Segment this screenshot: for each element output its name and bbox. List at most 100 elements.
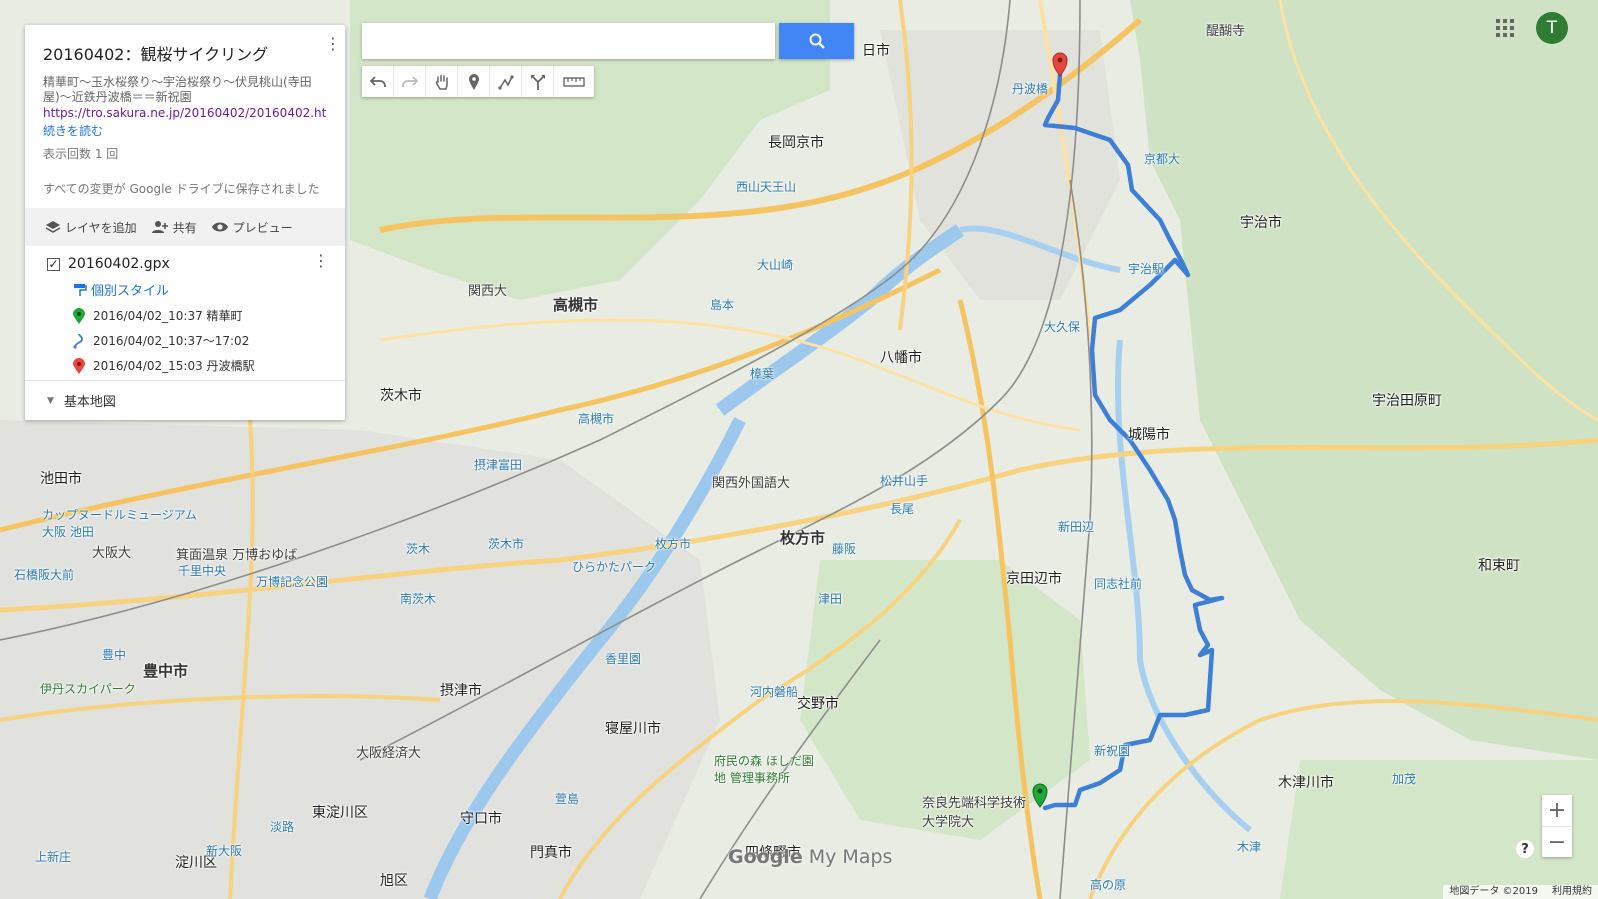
help-icon[interactable]: ? — [1516, 840, 1534, 858]
poi-label: 伊丹スカイパーク — [40, 682, 136, 696]
station-label: 丹波橋 — [1012, 82, 1049, 96]
station-label: 茨木 — [406, 542, 431, 556]
poi-label: 醍醐寺 — [1206, 24, 1246, 39]
map-options-menu-icon[interactable]: ⋮ — [325, 36, 341, 52]
zoom-in-button[interactable]: + — [1542, 795, 1572, 827]
layer-section: ✓ 20160402.gpx ⋮ 個別スタイル 2016/04/02_10:37… — [25, 246, 345, 380]
feature-label: 2016/04/02_10:37 精華町 — [93, 309, 243, 323]
map-label: 豊中市 — [143, 662, 189, 680]
search-icon — [809, 33, 825, 49]
station-label: 同志社前 — [1094, 577, 1143, 591]
apps-grid-icon[interactable] — [1496, 19, 1514, 37]
station-label: 大久保 — [1044, 320, 1081, 334]
map-title[interactable]: 20160402：観桜サイクリング — [43, 41, 327, 65]
layers-icon — [45, 221, 61, 233]
map-label: 高槻市 — [553, 296, 599, 314]
map-label: 旭区 — [380, 873, 408, 889]
poi-label: カップヌードルミュージアム 大阪 池田 — [42, 508, 197, 539]
base-map-label: 基本地図 — [63, 395, 116, 410]
feature-item-start[interactable]: 2016/04/02_10:37 精華町 — [73, 307, 327, 324]
poi-label: 府民の森 ほしだ園地 管理事務所 — [714, 754, 814, 785]
terms-link[interactable]: 利用規約 — [1552, 885, 1592, 899]
undo-button[interactable] — [362, 66, 394, 97]
feature-label: 2016/04/02_10:37～17:02 — [93, 334, 250, 348]
map-label: 池田市 — [40, 471, 82, 487]
preview-label: プレビュー — [232, 220, 293, 235]
share-button[interactable]: 共有 — [151, 219, 197, 236]
feature-item-route[interactable]: 2016/04/02_10:37～17:02 — [73, 332, 327, 349]
map-label: 日市 — [862, 43, 890, 59]
map-label: 木津川市 — [1278, 775, 1334, 791]
user-avatar[interactable]: T — [1536, 12, 1568, 44]
station-label: 淡路 — [270, 820, 295, 834]
add-directions-button[interactable] — [522, 66, 554, 97]
station-label: 枚方市 — [655, 537, 692, 551]
map-description-link[interactable]: https://tro.sakura.ne.jp/20160402/201604… — [43, 106, 327, 120]
layer-name[interactable]: 20160402.gpx — [68, 256, 170, 272]
add-person-icon — [151, 221, 168, 233]
attribution-bar: 地図データ ©2019 利用規約 — [1443, 885, 1598, 899]
base-map-row[interactable]: ▼ 基本地図 — [25, 380, 345, 420]
station-label: 高槻市 — [578, 412, 615, 426]
station-label: 長尾 — [890, 502, 915, 516]
station-label: 津田 — [818, 592, 843, 606]
station-label: 南茨木 — [400, 592, 437, 606]
pan-tool-button[interactable] — [426, 66, 458, 97]
my-maps-logo-text: My Maps — [808, 846, 893, 868]
draw-line-button[interactable] — [490, 66, 522, 97]
map-label: 東淀川区 — [312, 805, 368, 821]
station-label: 豊中 — [102, 648, 127, 662]
expand-arrow-icon[interactable]: ▼ — [47, 396, 54, 406]
poi-label: 万博記念公園 — [256, 575, 329, 589]
search-button[interactable] — [779, 23, 854, 59]
map-details-panel: 20160402：観桜サイクリング ⋮ 精華町～玉水桜祭り～宇治桜祭り～伏見桃山… — [25, 25, 345, 420]
station-label: 茨木市 — [488, 537, 525, 551]
map-label: 寝屋川市 — [605, 721, 661, 737]
station-label: 藤阪 — [832, 542, 857, 556]
map-label: 交野市 — [797, 696, 839, 712]
line-route-icon — [73, 333, 83, 349]
red-marker-icon — [73, 357, 85, 374]
share-label: 共有 — [172, 220, 197, 235]
search-input[interactable] — [362, 23, 775, 59]
poi-label: 関西大 — [468, 284, 508, 299]
zoom-out-button[interactable]: − — [1542, 827, 1572, 858]
map-label: 宇治田原町 — [1372, 393, 1442, 409]
station-label: 香里園 — [605, 652, 642, 666]
preview-button[interactable]: プレビュー — [211, 219, 293, 236]
station-label: 高の原 — [1090, 878, 1127, 892]
layer-visibility-checkbox[interactable]: ✓ — [47, 257, 60, 271]
poi-label: 箕面温泉 万博おゆば — [176, 548, 298, 563]
individual-style-button[interactable]: 個別スタイル — [73, 280, 327, 299]
draw-line-icon — [497, 74, 514, 90]
add-layer-label: レイヤを追加 — [65, 220, 137, 235]
layer-options-menu-icon[interactable]: ⋮ — [313, 253, 329, 269]
station-label: 大山崎 — [757, 258, 794, 272]
station-label: 樟葉 — [750, 367, 775, 381]
map-description: 精華町～玉水桜祭り～宇治桜祭り～伏見桃山(寺田屋)～近鉄丹波橋＝＝新祝園 — [43, 75, 312, 104]
poi-label: 関西外国語大 — [712, 476, 791, 491]
map-label: 和束町 — [1478, 558, 1520, 574]
map-label: 八幡市 — [880, 350, 922, 366]
poi-label: 奈良先端科学技術大学院大 — [922, 796, 1027, 830]
add-layer-button[interactable]: レイヤを追加 — [45, 219, 137, 236]
measure-button[interactable] — [554, 66, 594, 97]
station-label: 新祝園 — [1094, 744, 1131, 758]
save-status: すべての変更が Google ドライブに保存されました — [43, 182, 320, 196]
google-logo-text: Google — [728, 846, 803, 868]
map-label: 京田辺市 — [1006, 571, 1062, 587]
poi-label: ひらかたパーク — [572, 560, 657, 574]
poi-label: 大阪経済大 — [356, 746, 422, 761]
station-label: 摂津富田 — [474, 458, 523, 472]
directions-icon — [530, 74, 545, 90]
view-count: 表示回数 1 回 — [43, 147, 119, 161]
undo-icon — [369, 75, 386, 87]
redo-button[interactable] — [394, 66, 426, 97]
feature-item-end[interactable]: 2016/04/02_15:03 丹波橋駅 — [73, 357, 327, 374]
station-label: 萱島 — [555, 792, 580, 806]
map-label: 宇治市 — [1240, 215, 1282, 231]
marker-icon — [468, 73, 479, 90]
read-more-link[interactable]: 続きを読む — [43, 122, 327, 139]
add-marker-button[interactable] — [458, 66, 490, 97]
map-label: 茨木市 — [380, 388, 422, 404]
